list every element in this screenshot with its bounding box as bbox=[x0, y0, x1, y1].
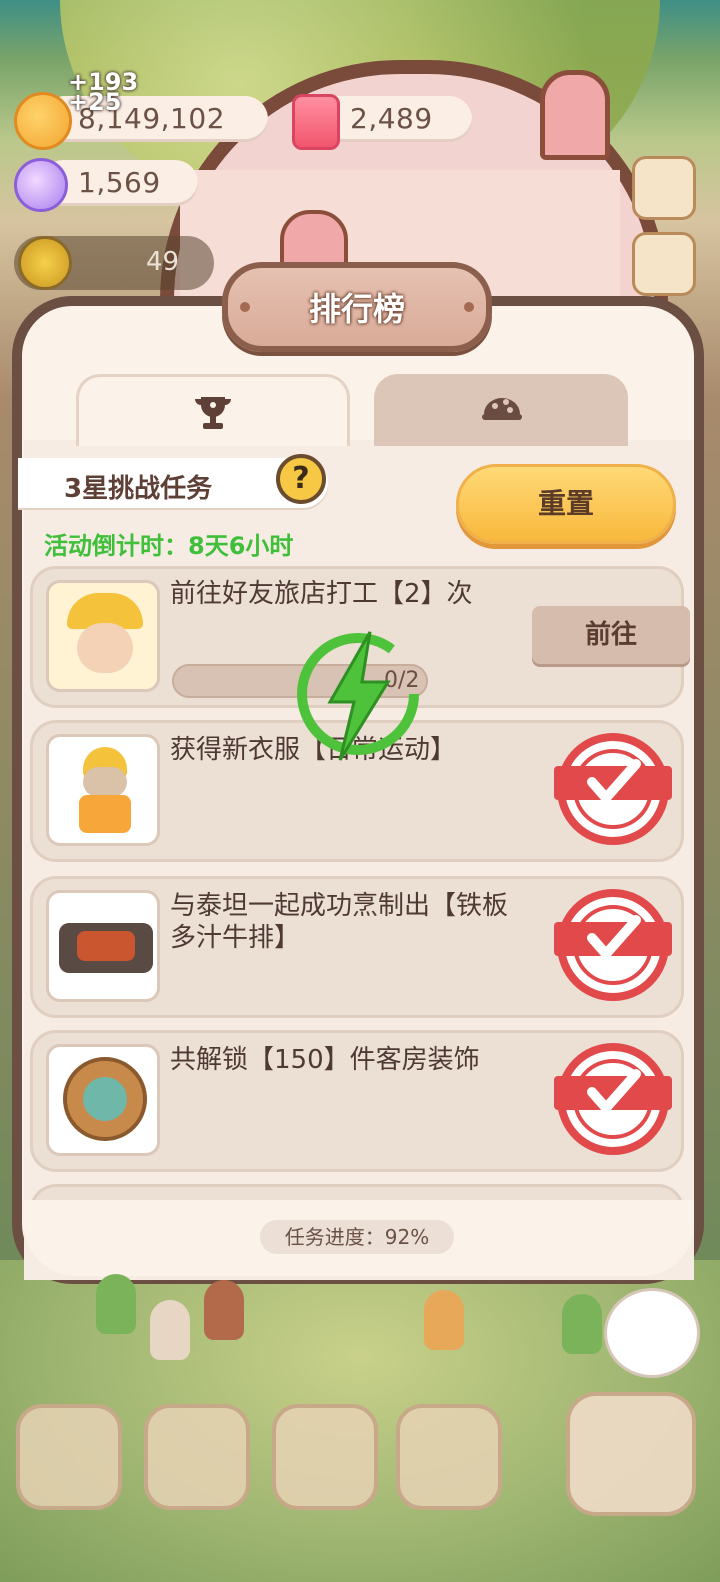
trophy-icon bbox=[195, 397, 231, 429]
challenge-label: 3星挑战任务 bbox=[64, 474, 213, 504]
tab-trophy[interactable] bbox=[76, 374, 350, 446]
task-text: 与泰坦一起成功烹制出【铁板多汁牛排】 bbox=[170, 891, 509, 953]
outfit-icon bbox=[46, 734, 160, 846]
main-action-button[interactable] bbox=[566, 1392, 696, 1516]
flower-menu-button[interactable] bbox=[632, 156, 696, 220]
face-shape bbox=[77, 623, 133, 673]
villager-character bbox=[562, 1294, 602, 1354]
sun-icon bbox=[18, 236, 72, 290]
go-button[interactable]: 前往 bbox=[532, 606, 690, 664]
overall-progress: 任务进度：92% bbox=[260, 1220, 454, 1254]
gem-icon bbox=[14, 158, 68, 212]
cookie-icon bbox=[14, 92, 72, 150]
completed-stamp-icon bbox=[554, 1043, 672, 1155]
house-menu-button[interactable] bbox=[16, 1404, 122, 1510]
gem-value: 1,569 bbox=[78, 166, 161, 199]
cookie-gain-text: +25 bbox=[68, 88, 122, 116]
worker-icon bbox=[46, 580, 160, 692]
side-menu-button[interactable] bbox=[632, 232, 696, 296]
panel-title: 排行榜 bbox=[308, 290, 405, 328]
level-value: 49 bbox=[146, 247, 180, 277]
notebook-menu-button[interactable] bbox=[144, 1404, 250, 1510]
candle-icon bbox=[292, 94, 340, 150]
jacket-shape bbox=[79, 795, 131, 833]
task-text: 前往好友旅店打工【2】次 bbox=[170, 579, 473, 609]
villager-character bbox=[204, 1280, 244, 1340]
npc-chat-button[interactable] bbox=[604, 1288, 700, 1378]
help-button[interactable]: ? bbox=[276, 454, 326, 504]
badge-center bbox=[83, 1077, 127, 1121]
shop-menu-button[interactable] bbox=[396, 1404, 502, 1510]
countdown-text: 活动倒计时：8天6小时 bbox=[44, 532, 294, 560]
reset-button[interactable]: 重置 bbox=[456, 464, 676, 544]
steak-shape bbox=[77, 931, 135, 961]
task-text: 共解锁【150】件客房装饰 bbox=[170, 1045, 480, 1075]
villager-character bbox=[150, 1300, 190, 1360]
steak-icon bbox=[46, 890, 160, 1002]
candle-value: 2,489 bbox=[350, 102, 433, 135]
villager-character bbox=[96, 1274, 136, 1334]
tab-world[interactable] bbox=[374, 374, 628, 446]
completed-stamp-icon bbox=[554, 733, 672, 845]
loading-bolt-icon bbox=[297, 631, 419, 761]
head-shape bbox=[83, 767, 127, 797]
character-menu-button[interactable] bbox=[272, 1404, 378, 1510]
world-icon bbox=[482, 398, 522, 420]
villager-character bbox=[424, 1290, 464, 1350]
completed-stamp-icon bbox=[554, 889, 672, 1001]
house-window bbox=[540, 70, 610, 160]
decoration-icon bbox=[46, 1044, 160, 1156]
